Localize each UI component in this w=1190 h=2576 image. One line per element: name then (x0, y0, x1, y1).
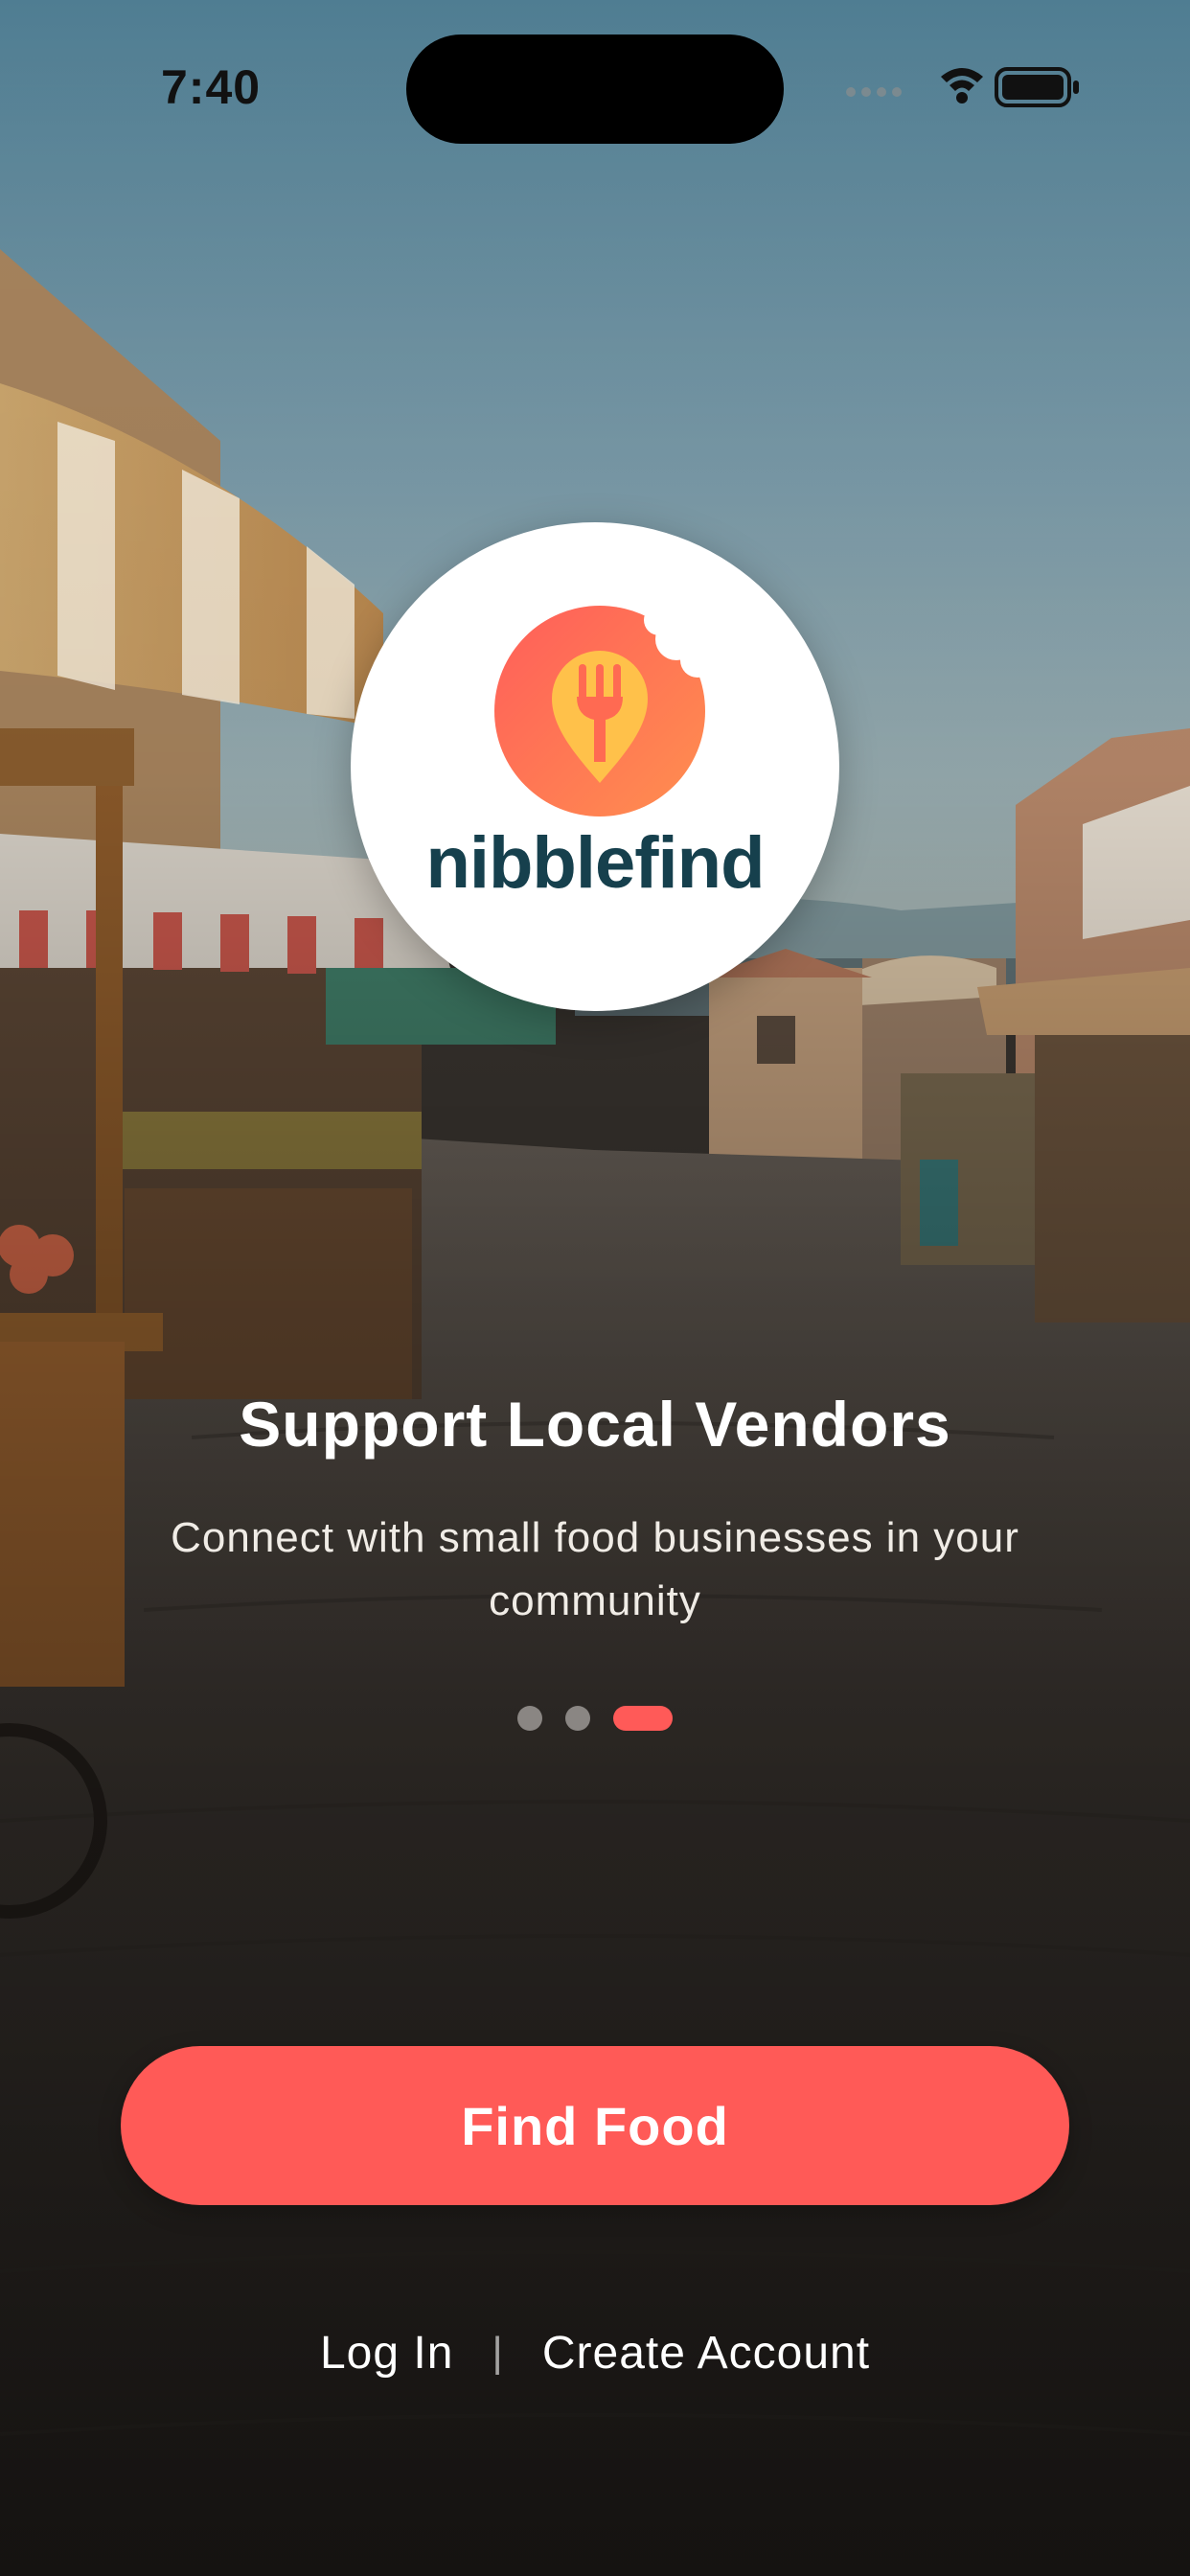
page-dot-1[interactable] (517, 1706, 542, 1731)
link-separator: | (492, 2329, 504, 2376)
page-dot-2[interactable] (565, 1706, 590, 1731)
logo-wordmark: nibblefind (425, 822, 765, 904)
status-bar-time: 7:40 (161, 60, 262, 114)
page-indicator (0, 1706, 1190, 1731)
onboarding-title: Support Local Vendors (239, 1389, 951, 1460)
page-dot-3-active[interactable] (613, 1706, 673, 1731)
log-in-link[interactable]: Log In (320, 2327, 453, 2380)
create-account-link[interactable]: Create Account (542, 2327, 870, 2380)
dynamic-island (406, 34, 784, 144)
bitten-circle-fork-pin-icon (494, 606, 705, 816)
battery-icon (995, 67, 1079, 107)
status-bar-icons (846, 67, 1079, 107)
auth-links: Log In | Create Account (0, 2319, 1190, 2386)
onboarding-screen: 7:40 nibblefind Support Local Vendors Co… (0, 0, 1190, 2576)
find-food-button[interactable]: Find Food (121, 2046, 1069, 2205)
signal-dots-icon (846, 87, 902, 97)
app-logo: nibblefind (351, 522, 839, 1011)
wifi-icon (941, 68, 983, 104)
onboarding-subtitle: Connect with small food businesses in yo… (171, 1514, 1019, 1624)
